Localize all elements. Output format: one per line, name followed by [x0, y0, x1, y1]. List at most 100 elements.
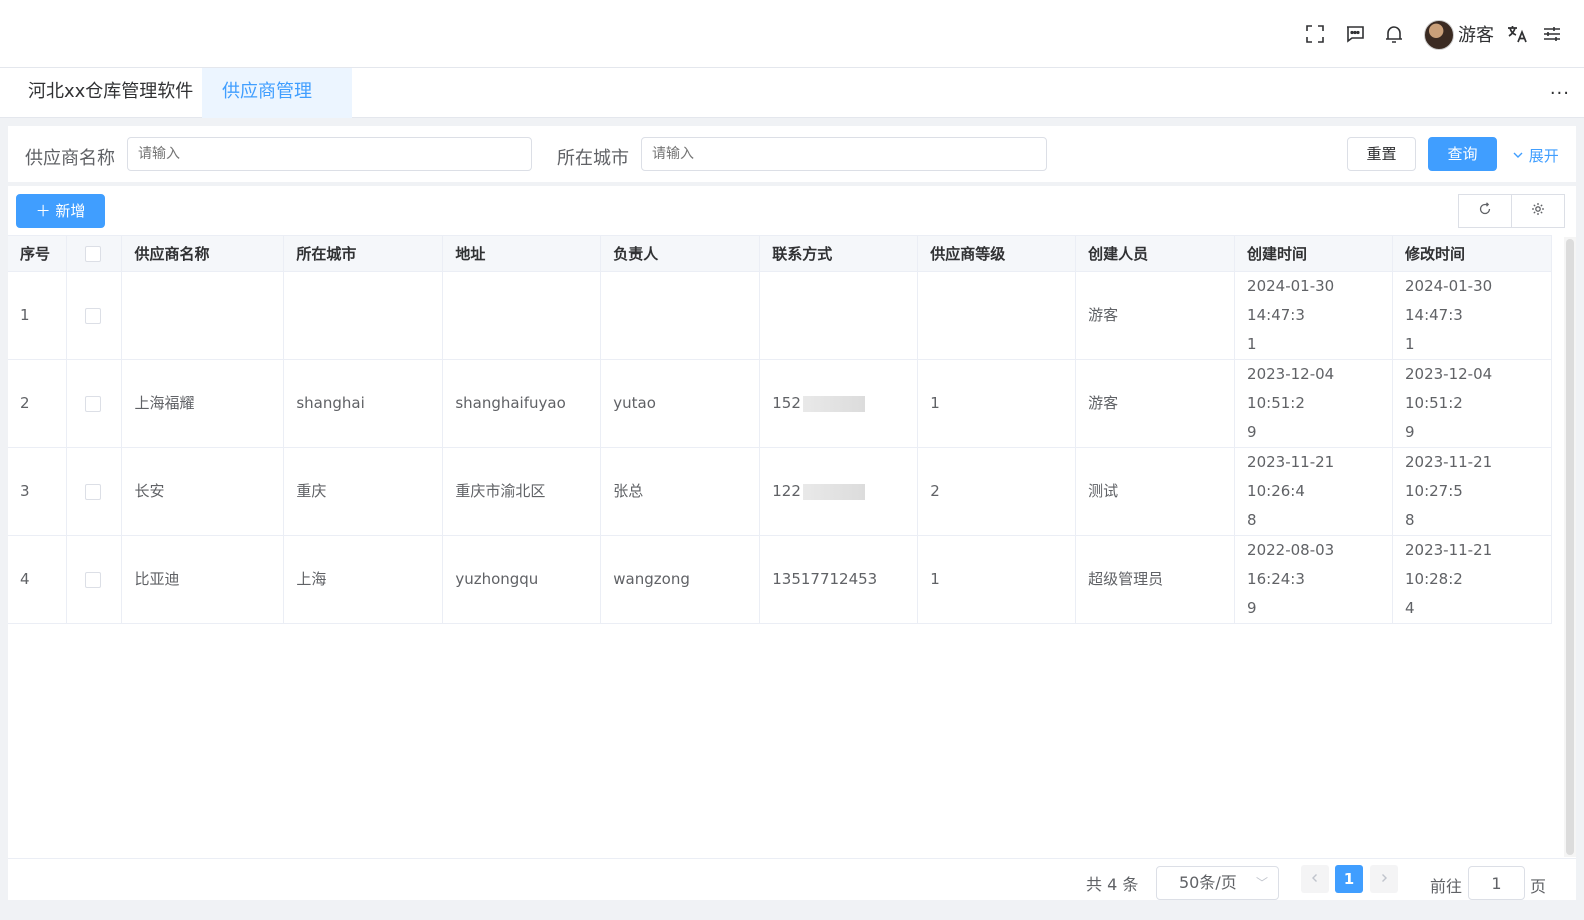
page-number-current[interactable]: 1	[1335, 865, 1363, 893]
cell-level: 2	[917, 447, 1077, 536]
vertical-scrollbar[interactable]	[1564, 237, 1576, 857]
user-name[interactable]: 游客	[1458, 21, 1494, 47]
cell-creator: 游客	[1075, 271, 1236, 360]
redacted-mask	[802, 483, 865, 500]
cell-city	[283, 271, 444, 360]
checkbox[interactable]	[85, 246, 102, 262]
row-checkbox[interactable]	[66, 535, 123, 624]
page-size-value: 50条/页	[1179, 873, 1237, 892]
city-input[interactable]	[641, 137, 1047, 171]
more-icon[interactable]: ···	[1550, 83, 1570, 104]
time-line: 2023-12-04 10:51:2	[1247, 365, 1335, 412]
row-index: 1	[8, 271, 68, 360]
cell-city: 重庆	[283, 447, 444, 536]
cell-created-time: 2024-01-30 14:47:3 1	[1234, 271, 1393, 360]
cell-owner: wangzong	[600, 535, 761, 624]
column-header: 负责人	[600, 235, 761, 272]
cell-contact: 13517712453	[759, 535, 919, 624]
time-line: 2023-12-04 10:51:2	[1404, 365, 1493, 412]
goto-page-input[interactable]	[1468, 866, 1525, 900]
bell-icon[interactable]	[1383, 23, 1405, 45]
translate-icon[interactable]	[1506, 23, 1528, 45]
next-page-button[interactable]	[1370, 865, 1398, 893]
table-header-row: 序号 供应商名称 所在城市 地址 负责人 联系方式 供应商等级 创建人员 创建时…	[8, 235, 1553, 272]
select-all-checkbox[interactable]	[66, 235, 123, 272]
time-line: 9	[1404, 423, 1415, 441]
table-row[interactable]: 3 长安 重庆 重庆市渝北区 张总 122 2 测试 2023-11-21 10…	[8, 447, 1553, 536]
cell-name: 比亚迪	[121, 535, 285, 624]
time-line: 9	[1247, 423, 1257, 441]
time-line: 2024-01-30 14:47:3	[1404, 277, 1493, 324]
cell-level	[917, 271, 1077, 360]
time-line: 4	[1404, 599, 1415, 617]
refresh-button[interactable]	[1458, 194, 1512, 228]
time-line: 2023-11-21 10:27:5	[1404, 453, 1493, 500]
cell-level: 1	[917, 359, 1077, 448]
cell-creator: 超级管理员	[1075, 535, 1236, 624]
total-count: 共 4 条	[1086, 875, 1139, 894]
main-panel: ＋ 新增 序号 供应商名称 所在城市 地址 负责人 联系方式 供应商等级 创建人…	[8, 186, 1576, 900]
cell-address: 重庆市渝北区	[442, 447, 602, 536]
message-icon[interactable]	[1344, 23, 1366, 45]
tab-supplier-management[interactable]: 供应商管理×	[202, 68, 352, 149]
row-checkbox[interactable]	[66, 447, 123, 536]
time-line: 8	[1404, 511, 1415, 529]
cell-creator: 游客	[1075, 359, 1236, 448]
scrollbar-thumb[interactable]	[1566, 239, 1574, 855]
row-index: 3	[8, 447, 68, 536]
column-header: 所在城市	[283, 235, 444, 272]
refresh-icon	[1479, 202, 1491, 215]
prev-page-button[interactable]	[1301, 865, 1329, 893]
column-header: 序号	[8, 235, 68, 272]
reset-button[interactable]: 重置	[1347, 137, 1416, 171]
cell-contact	[759, 271, 919, 360]
row-checkbox[interactable]	[66, 359, 123, 448]
plus-icon: ＋	[35, 202, 51, 220]
top-header: 游客	[0, 0, 1584, 68]
column-settings-button[interactable]	[1511, 194, 1565, 228]
table-row[interactable]: 1 游客 2024-01-30 14:47:3 1 2024-01-30 14:4…	[8, 271, 1553, 360]
cell-owner	[600, 271, 761, 360]
time-line: 9	[1247, 599, 1257, 617]
tab-home-label: 河北xx仓库管理软件	[28, 81, 194, 102]
contact-text: 122	[772, 482, 801, 500]
query-button[interactable]: 查询	[1428, 137, 1497, 171]
cell-created-time: 2023-11-21 10:26:4 8	[1234, 447, 1393, 536]
add-label: 新增	[55, 202, 86, 220]
time-line: 2023-11-21 10:26:4	[1247, 453, 1335, 500]
tab-supplier-label: 供应商管理	[222, 81, 312, 102]
table-row[interactable]: 4 比亚迪 上海 yuzhongqu wangzong 13517712453 …	[8, 535, 1553, 624]
supplier-name-label: 供应商名称	[25, 148, 115, 169]
pagination: 共 4 条 50条/页 ﹀ 1 前往 页	[8, 858, 1576, 900]
cell-modified-time: 2023-11-21 10:28:2 4	[1392, 535, 1553, 624]
column-header: 修改时间	[1392, 235, 1553, 272]
checkbox[interactable]	[85, 483, 102, 500]
checkbox[interactable]	[85, 307, 102, 324]
tab-home[interactable]: 河北xx仓库管理软件	[8, 68, 213, 118]
row-checkbox[interactable]	[66, 271, 123, 360]
goto-prefix: 前往	[1430, 877, 1463, 896]
table-row[interactable]: 2 上海福耀 shanghai shanghaifuyao yutao 152 …	[8, 359, 1553, 448]
gear-icon	[1532, 203, 1544, 215]
cell-address	[442, 271, 602, 360]
column-header: 供应商名称	[121, 235, 285, 272]
checkbox[interactable]	[85, 395, 102, 412]
fullscreen-icon[interactable]	[1304, 23, 1326, 45]
cell-contact: 122	[759, 447, 919, 536]
column-header: 创建时间	[1234, 235, 1393, 272]
supplier-name-input[interactable]	[127, 137, 532, 171]
settings-sliders-icon[interactable]	[1541, 23, 1563, 45]
cell-level: 1	[917, 535, 1077, 624]
cell-owner: 张总	[600, 447, 761, 536]
tab-bar: 河北xx仓库管理软件 供应商管理×	[0, 68, 1584, 149]
cell-city: 上海	[283, 535, 444, 624]
avatar[interactable]	[1424, 20, 1454, 50]
expand-toggle[interactable]: 展开	[1512, 145, 1559, 166]
chevron-down-icon	[1513, 152, 1523, 158]
checkbox[interactable]	[85, 571, 102, 588]
page-size-select[interactable]: 50条/页 ﹀	[1156, 866, 1279, 900]
cell-address: shanghaifuyao	[442, 359, 602, 448]
time-line: 2022-08-03 16:24:3	[1247, 541, 1335, 588]
cell-address: yuzhongqu	[442, 535, 602, 624]
add-button[interactable]: ＋ 新增	[16, 194, 105, 228]
